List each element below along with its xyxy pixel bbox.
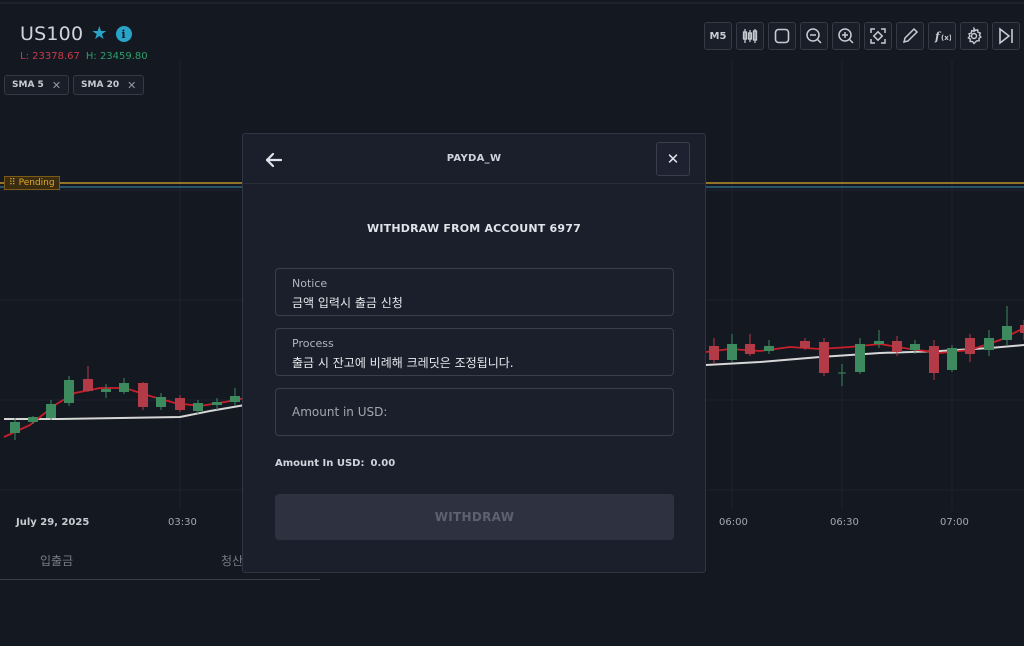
candle — [819, 342, 829, 373]
close-icon[interactable]: ✕ — [52, 79, 61, 92]
pending-text: Pending — [18, 178, 55, 188]
tab-liquidation[interactable]: 청산 — [221, 552, 243, 569]
time-tick: 06:00 — [719, 517, 748, 528]
indicator-label: SMA 20 — [81, 80, 120, 90]
zoom-in-icon — [838, 28, 854, 44]
candle — [892, 341, 902, 352]
star-icon[interactable]: ★ — [91, 25, 107, 43]
withdraw-modal: PAYDA_W ✕ WITHDRAW FROM ACCOUNT 6977 Not… — [242, 133, 706, 573]
candle — [709, 346, 719, 360]
fit-screen-icon — [870, 28, 886, 44]
candle — [1020, 325, 1024, 333]
shape-button[interactable] — [768, 22, 796, 50]
zoom-in-button[interactable] — [832, 22, 860, 50]
svg-text:(x): (x) — [941, 34, 951, 42]
candle — [984, 338, 994, 350]
timeframe-button[interactable]: M5 — [704, 22, 732, 50]
time-tick: 06:30 — [830, 517, 859, 528]
timeframe-label: M5 — [709, 30, 727, 42]
tab-deposit-withdraw[interactable]: 입출금 — [40, 552, 73, 569]
time-tick: 03:30 — [168, 517, 197, 528]
zoom-out-icon — [806, 28, 822, 44]
candle — [874, 341, 884, 344]
candle — [855, 344, 865, 372]
candle — [28, 417, 38, 422]
gear-icon — [967, 27, 982, 45]
indicator-label: SMA 5 — [12, 80, 44, 90]
candles-icon — [742, 29, 758, 43]
notice-field: Notice 금액 입력시 출금 신청 — [275, 268, 674, 316]
candle — [965, 338, 975, 354]
square-icon — [774, 28, 790, 44]
candle — [193, 403, 203, 411]
settings-button[interactable] — [960, 22, 988, 50]
scroll-to-end-button[interactable] — [992, 22, 1020, 50]
candle — [764, 346, 774, 351]
pencil-icon — [902, 27, 919, 44]
close-button[interactable]: ✕ — [656, 142, 690, 176]
symbol-name: US100 — [20, 23, 84, 45]
candle — [46, 404, 56, 418]
candle — [212, 402, 222, 405]
candle — [10, 422, 20, 433]
notice-label: Notice — [292, 277, 328, 290]
notice-value: 금액 입력시 출금 신청 — [292, 296, 403, 310]
low-high-readout: L: 23378.67 H: 23459.80 — [20, 51, 148, 62]
process-field: Process 출금 시 잔고에 비례해 크레딧은 조정됩니다. — [275, 328, 674, 376]
candle — [745, 344, 755, 354]
draw-button[interactable] — [896, 22, 924, 50]
high-label: H: — [85, 51, 97, 62]
candle — [138, 383, 148, 407]
candle — [929, 346, 939, 373]
indicator-chip-sma-20[interactable]: SMA 20 ✕ — [73, 75, 145, 95]
amount-summary-value: 0.00 — [370, 458, 396, 469]
candle — [175, 398, 185, 410]
amount-summary: Amount In USD: 0.00 — [275, 458, 395, 469]
info-icon[interactable]: i — [115, 26, 132, 42]
pending-order-label[interactable]: ⠿ Pending — [4, 176, 60, 190]
date-label: July 29, 2025 — [16, 517, 90, 528]
candle — [119, 383, 129, 392]
process-label: Process — [292, 337, 334, 350]
withdraw-button[interactable]: WITHDRAW — [275, 494, 674, 540]
close-icon[interactable]: ✕ — [127, 79, 136, 92]
indicator-chips: SMA 5 ✕ SMA 20 ✕ — [4, 75, 145, 95]
fit-screen-button[interactable] — [864, 22, 892, 50]
candle — [727, 344, 737, 360]
low-label: L: — [20, 51, 29, 62]
modal-header: PAYDA_W ✕ — [243, 134, 705, 184]
candle — [64, 380, 74, 403]
amount-summary-label: Amount In USD: — [275, 458, 365, 469]
skip-end-icon — [999, 27, 1013, 45]
candles-left — [10, 366, 240, 440]
candle — [1002, 326, 1012, 340]
withdraw-heading: WITHDRAW FROM ACCOUNT 6977 — [367, 222, 581, 235]
chart-toolbar: M5 f (x) — [704, 22, 1020, 50]
trading-app: US100 ★ i L: 23378.67 H: 23459.80 SMA 5 … — [0, 0, 1024, 646]
amount-input[interactable] — [275, 388, 674, 436]
close-icon: ✕ — [666, 150, 680, 168]
candle — [800, 341, 810, 348]
zoom-out-button[interactable] — [800, 22, 828, 50]
candle — [947, 348, 957, 370]
process-value: 출금 시 잔고에 비례해 크레딧은 조정됩니다. — [292, 356, 514, 370]
time-tick: 07:00 — [940, 517, 969, 528]
high-value: 23459.80 — [99, 51, 148, 62]
indicators-button[interactable]: f (x) — [928, 22, 956, 50]
low-value: 23378.67 — [32, 51, 80, 62]
function-icon: f (x) — [934, 30, 951, 43]
drag-handle-icon[interactable]: ⠿ — [9, 178, 16, 188]
modal-title: PAYDA_W — [446, 153, 502, 164]
symbol-header: US100 ★ i — [20, 23, 132, 45]
candle — [83, 379, 93, 391]
indicator-chip-sma-5[interactable]: SMA 5 ✕ — [4, 75, 70, 95]
candle — [156, 397, 166, 407]
candle — [230, 396, 240, 402]
chart-type-button[interactable] — [736, 22, 764, 50]
candle — [101, 389, 111, 392]
candle — [910, 344, 920, 350]
